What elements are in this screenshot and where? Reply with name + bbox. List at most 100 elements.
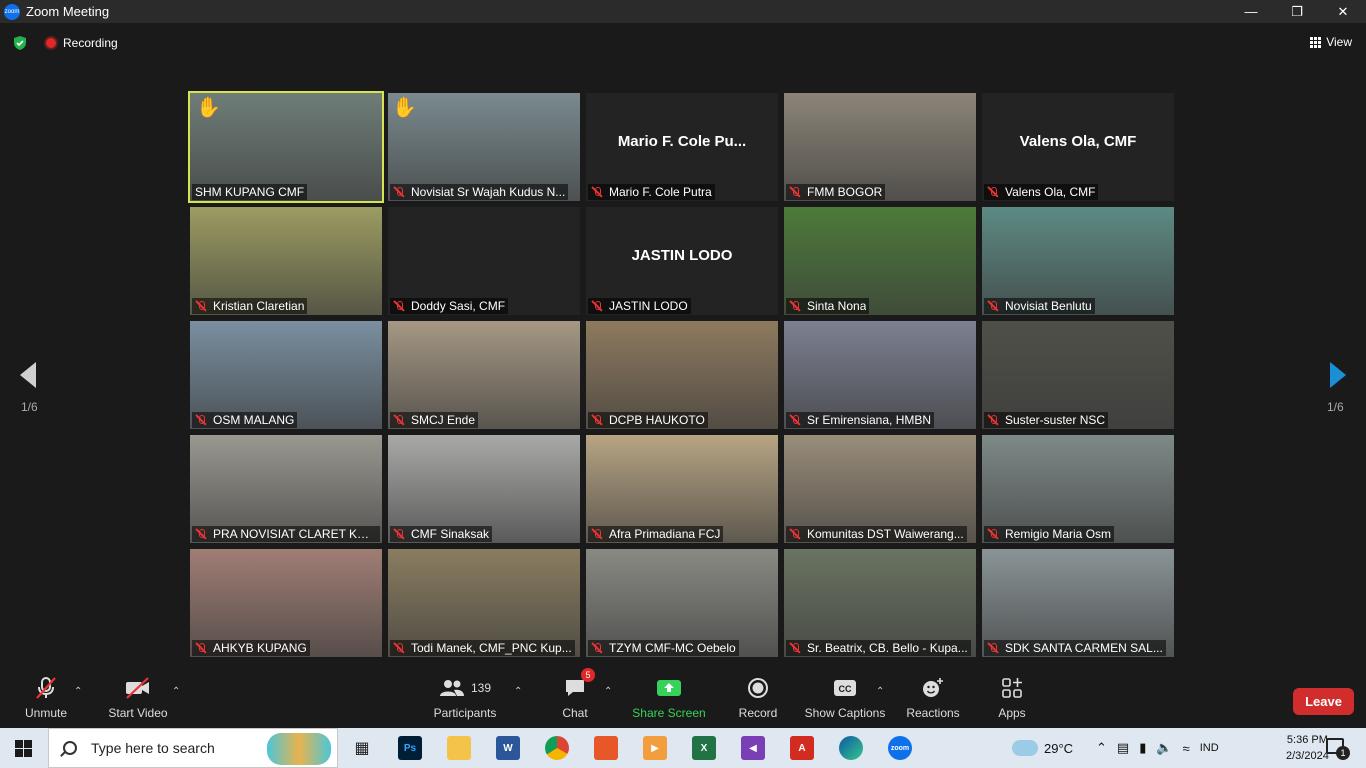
participant-tile[interactable]: Valens Ola, CMF Valens Ola, CMF bbox=[982, 93, 1174, 201]
participant-tile[interactable]: FMM BOGOR bbox=[784, 93, 976, 201]
participant-tile[interactable]: Komunitas DST Waiwerang... bbox=[784, 435, 976, 543]
windows-start-icon[interactable] bbox=[15, 740, 32, 757]
unmute-label: Unmute bbox=[24, 706, 68, 720]
video-off-icon bbox=[126, 677, 149, 699]
muted-mic-icon bbox=[987, 300, 999, 312]
participant-tile[interactable]: JASTIN LODO JASTIN LODO bbox=[586, 207, 778, 315]
muted-mic-icon bbox=[987, 186, 999, 198]
participant-tile[interactable]: DCPB HAUKOTO bbox=[586, 321, 778, 429]
weather-widget[interactable]: 29°C bbox=[1012, 728, 1073, 768]
security-shield-icon[interactable] bbox=[12, 35, 28, 51]
apps-button[interactable]: Apps bbox=[994, 672, 1030, 728]
participant-name-bar: Todi Manek, CMF_PNC Kup... bbox=[390, 640, 575, 656]
next-page-arrow-icon[interactable] bbox=[1330, 362, 1346, 388]
participant-name-bar: SHM KUPANG CMF bbox=[192, 184, 308, 200]
meeting-toolbar: Unmute ⌃ Start Video ⌃ 139 Participants … bbox=[0, 668, 1366, 728]
participant-name-bar: PRA NOVISIAT CLARET KUP... bbox=[192, 526, 380, 542]
leave-button[interactable]: Leave bbox=[1293, 688, 1354, 715]
muted-mic-icon bbox=[393, 414, 405, 426]
muted-mic-icon bbox=[393, 186, 405, 198]
chrome-app-icon[interactable] bbox=[545, 736, 569, 760]
muted-mic-icon bbox=[987, 528, 999, 540]
participant-tile[interactable]: AHKYB KUPANG bbox=[190, 549, 382, 657]
participant-name: Sr Emirensiana, HMBN bbox=[807, 413, 932, 427]
minimize-button[interactable]: — bbox=[1228, 0, 1274, 23]
video-options-caret-icon[interactable]: ⌃ bbox=[172, 686, 180, 697]
language-label[interactable]: IND bbox=[1200, 742, 1219, 754]
participant-tile[interactable]: SMCJ Ende bbox=[388, 321, 580, 429]
participant-tile[interactable]: Novisiat Sr Wajah Kudus N... ✋ bbox=[388, 93, 580, 201]
participant-tile[interactable]: Suster-suster NSC bbox=[982, 321, 1174, 429]
participant-tile[interactable]: Sinta Nona bbox=[784, 207, 976, 315]
participant-tile[interactable]: Afra Primadiana FCJ bbox=[586, 435, 778, 543]
taskbar-clock[interactable]: 5:36 PM 2/3/2024 bbox=[1286, 732, 1329, 764]
word-app-icon[interactable]: W bbox=[496, 736, 520, 760]
participant-name-bar: SDK SANTA CARMEN SAL... bbox=[984, 640, 1166, 656]
participant-tile[interactable]: Todi Manek, CMF_PNC Kup... bbox=[388, 549, 580, 657]
maximize-button[interactable]: ❐ bbox=[1274, 0, 1320, 23]
participant-tile[interactable]: SDK SANTA CARMEN SAL... bbox=[982, 549, 1174, 657]
participant-tile[interactable]: SHM KUPANG CMF ✋ bbox=[188, 91, 384, 203]
excel-app-icon[interactable]: X bbox=[692, 736, 716, 760]
participants-icon bbox=[439, 680, 464, 696]
start-video-button[interactable]: Start Video bbox=[104, 672, 172, 728]
tray-chevron-icon[interactable]: ⌃ bbox=[1096, 740, 1107, 756]
captions-caret-icon[interactable]: ⌃ bbox=[876, 686, 884, 697]
device-icon[interactable]: ▤ bbox=[1117, 740, 1129, 756]
view-button[interactable]: View bbox=[1310, 35, 1352, 49]
chat-label: Chat bbox=[562, 706, 588, 720]
video-editor-app-icon[interactable]: ◀ bbox=[741, 736, 765, 760]
participant-tile[interactable]: Novisiat Benlutu bbox=[982, 207, 1174, 315]
photoshop-app-icon[interactable]: Ps bbox=[398, 736, 422, 760]
participant-name: Mario F. Cole Putra bbox=[609, 185, 712, 199]
participant-name-bar: FMM BOGOR bbox=[786, 184, 886, 200]
participant-tile[interactable]: Kristian Claretian bbox=[190, 207, 382, 315]
close-button[interactable]: ✕ bbox=[1320, 0, 1366, 23]
participant-tile[interactable]: OSM MALANG bbox=[190, 321, 382, 429]
audio-options-caret-icon[interactable]: ⌃ bbox=[74, 686, 82, 697]
wifi-icon[interactable]: ≈ bbox=[1183, 741, 1190, 756]
participants-button[interactable]: 139 Participants bbox=[430, 672, 500, 728]
task-view-icon[interactable]: ▦ bbox=[350, 736, 374, 760]
notification-count: 1 bbox=[1336, 746, 1350, 760]
edge-browser-icon[interactable] bbox=[839, 736, 863, 760]
reactions-button[interactable]: Reactions bbox=[904, 672, 962, 728]
participant-name: TZYM CMF-MC Oebelo bbox=[609, 641, 736, 655]
chat-button[interactable]: 5 Chat bbox=[556, 668, 595, 728]
participant-tile[interactable]: TZYM CMF-MC Oebelo bbox=[586, 549, 778, 657]
participant-tile[interactable]: PRA NOVISIAT CLARET KUP... bbox=[190, 435, 382, 543]
muted-mic-icon bbox=[591, 528, 603, 540]
participant-tile[interactable]: Remigio Maria Osm bbox=[982, 435, 1174, 543]
participant-tile[interactable]: Sr. Beatrix, CB. Bello - Kupa... bbox=[784, 549, 976, 657]
participants-caret-icon[interactable]: ⌃ bbox=[514, 686, 522, 697]
battery-icon[interactable]: ▮ bbox=[1139, 740, 1146, 756]
search-highlight-mask-icon bbox=[267, 733, 331, 765]
unmute-button[interactable]: Unmute bbox=[18, 672, 74, 728]
record-button[interactable]: Record bbox=[736, 672, 780, 728]
participant-name-bar: AHKYB KUPANG bbox=[192, 640, 310, 656]
presentation-app-icon[interactable] bbox=[594, 736, 618, 760]
volume-icon[interactable]: 🔈 bbox=[1156, 740, 1172, 756]
participant-name-bar: SMCJ Ende bbox=[390, 412, 479, 428]
participant-name-bar: TZYM CMF-MC Oebelo bbox=[588, 640, 739, 656]
media-player-icon[interactable]: ▶ bbox=[643, 736, 667, 760]
participant-tile[interactable]: CMF Sinaksak bbox=[388, 435, 580, 543]
notification-icon[interactable]: 1 bbox=[1326, 738, 1350, 760]
muted-mic-icon bbox=[789, 414, 801, 426]
zoom-taskbar-icon[interactable]: zoom bbox=[888, 736, 912, 760]
acrobat-app-icon[interactable]: A bbox=[790, 736, 814, 760]
file-explorer-icon[interactable] bbox=[447, 736, 471, 760]
record-icon bbox=[748, 678, 768, 698]
chat-caret-icon[interactable]: ⌃ bbox=[604, 686, 612, 697]
muted-mic-icon bbox=[789, 186, 801, 198]
participant-tile[interactable]: Mario F. Cole Pu... Mario F. Cole Putra bbox=[586, 93, 778, 201]
participant-tile[interactable]: Doddy Sasi, CMF bbox=[388, 207, 580, 315]
participant-tile[interactable]: Sr Emirensiana, HMBN bbox=[784, 321, 976, 429]
taskbar-search-box[interactable]: Type here to search bbox=[48, 728, 338, 768]
show-captions-button[interactable]: CC Show Captions bbox=[804, 672, 886, 728]
participant-name-bar: Afra Primadiana FCJ bbox=[588, 526, 724, 542]
participant-name: Todi Manek, CMF_PNC Kup... bbox=[411, 641, 572, 655]
share-screen-button[interactable]: Share Screen bbox=[630, 672, 708, 728]
participant-name-bar: Komunitas DST Waiwerang... bbox=[786, 526, 967, 542]
previous-page-arrow-icon[interactable] bbox=[20, 362, 36, 388]
